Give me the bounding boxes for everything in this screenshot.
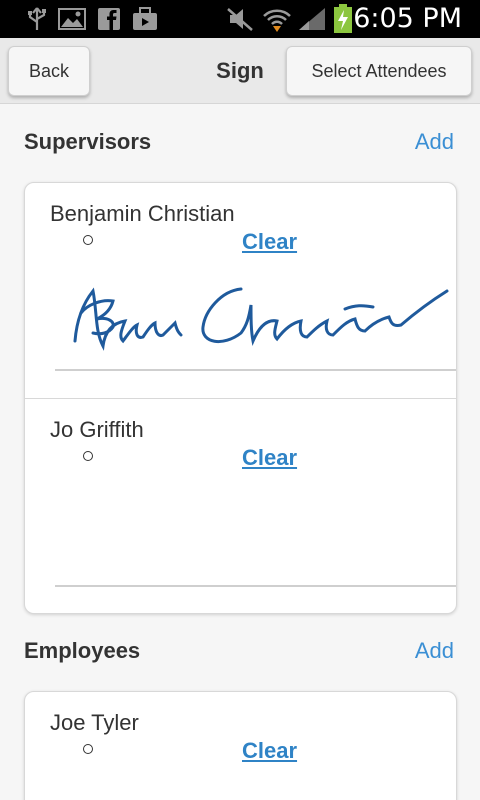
usb-icon bbox=[26, 6, 48, 37]
signature-baseline bbox=[55, 585, 456, 587]
bullet-icon bbox=[83, 451, 93, 461]
bullet-icon bbox=[83, 235, 93, 245]
attendee-name: Joe Tyler bbox=[50, 710, 139, 735]
clock: 6:05 PM bbox=[353, 3, 462, 34]
signal-icon bbox=[297, 6, 327, 37]
employees-section-title: Employees bbox=[24, 638, 141, 663]
briefcase-icon bbox=[131, 6, 159, 37]
back-button[interactable]: Back bbox=[8, 46, 90, 96]
clear-signature-link[interactable]: Clear bbox=[242, 229, 297, 255]
battery-charging-icon bbox=[333, 4, 353, 39]
signature-pad[interactable] bbox=[55, 261, 456, 371]
bullet-icon bbox=[83, 744, 93, 754]
image-icon bbox=[58, 6, 86, 37]
add-supervisor-link[interactable]: Add bbox=[415, 129, 454, 155]
supervisors-card: Benjamin Christian Clear Jo Griffith Cle… bbox=[24, 182, 457, 614]
facebook-icon bbox=[97, 6, 121, 37]
wifi-icon bbox=[262, 6, 292, 39]
clear-signature-link[interactable]: Clear bbox=[242, 738, 297, 764]
supervisor-entry: Benjamin Christian Clear bbox=[25, 183, 456, 398]
signature-stroke bbox=[73, 287, 449, 351]
signature-pad[interactable] bbox=[55, 477, 456, 587]
status-bar: 6:05 PM bbox=[0, 0, 480, 38]
header: Back Sign Select Attendees bbox=[0, 38, 480, 104]
signature-baseline bbox=[55, 369, 456, 371]
supervisors-section-title: Supervisors bbox=[24, 129, 152, 154]
add-employee-link[interactable]: Add bbox=[415, 638, 454, 664]
attendee-name: Benjamin Christian bbox=[50, 201, 235, 226]
clear-signature-link[interactable]: Clear bbox=[242, 445, 297, 471]
page-title: Sign bbox=[216, 58, 264, 83]
mute-icon bbox=[226, 6, 254, 37]
select-attendees-button[interactable]: Select Attendees bbox=[286, 46, 472, 96]
employees-card: Joe Tyler Clear bbox=[24, 691, 457, 800]
employee-entry: Joe Tyler Clear bbox=[25, 692, 456, 800]
attendee-name: Jo Griffith bbox=[50, 417, 144, 442]
supervisor-entry: Jo Griffith Clear bbox=[25, 398, 456, 613]
